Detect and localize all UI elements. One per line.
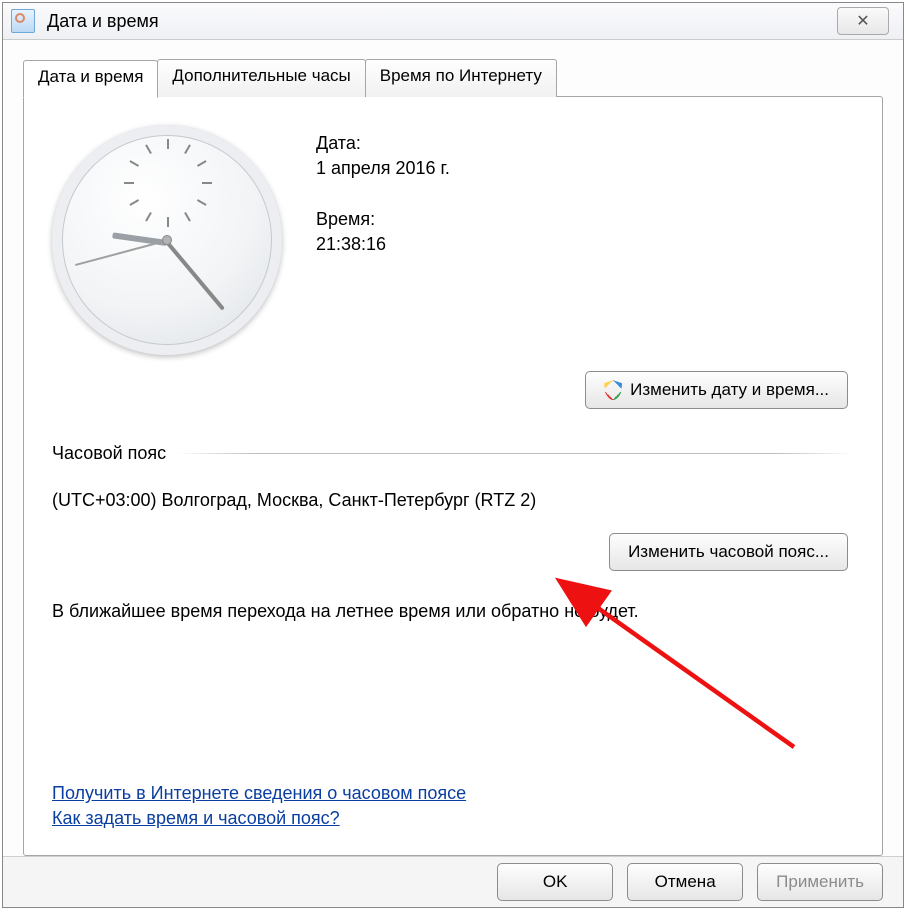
dialog-footer: OK Отмена Применить <box>3 856 903 907</box>
tab-label: Время по Интернету <box>380 66 542 85</box>
dst-note: В ближайшее время перехода на летнее вре… <box>52 601 854 622</box>
body: Дата и время Дополнительные часы Время п… <box>3 40 903 856</box>
change-timezone-row: Изменить часовой пояс... <box>52 533 848 571</box>
timezone-heading: Часовой пояс <box>52 443 166 464</box>
change-date-time-button[interactable]: Изменить дату и время... <box>585 371 848 409</box>
link-howto[interactable]: Как задать время и часовой пояс? <box>52 808 466 829</box>
timezone-heading-row: Часовой пояс <box>52 443 854 464</box>
date-time-text: Дата: 1 апреля 2016 г. Время: 21:38:16 <box>316 125 450 255</box>
link-timezone-info[interactable]: Получить в Интернете сведения о часовом … <box>52 783 466 804</box>
button-label: Отмена <box>655 872 716 892</box>
uac-shield-icon <box>604 380 622 400</box>
tab-internet-time[interactable]: Время по Интернету <box>365 59 557 97</box>
clock-hour-hand <box>112 233 167 247</box>
date-value: 1 апреля 2016 г. <box>316 158 450 179</box>
close-button[interactable]: ✕ <box>837 7 889 35</box>
window: Дата и время ✕ Дата и время Дополнительн… <box>2 2 904 908</box>
tab-panel: Дата: 1 апреля 2016 г. Время: 21:38:16 И… <box>23 96 883 856</box>
tab-label: Дата и время <box>38 67 143 86</box>
button-label: OK <box>543 872 568 892</box>
divider <box>176 453 854 454</box>
button-label: Изменить часовой пояс... <box>628 542 829 562</box>
close-icon: ✕ <box>856 11 869 31</box>
tab-date-time[interactable]: Дата и время <box>23 60 158 98</box>
timezone-value: (UTC+03:00) Волгоград, Москва, Санкт-Пет… <box>52 490 854 511</box>
window-title: Дата и время <box>47 11 159 32</box>
tabbar: Дата и время Дополнительные часы Время п… <box>23 58 883 96</box>
tab-additional-clocks[interactable]: Дополнительные часы <box>157 59 365 97</box>
change-date-time-row: Изменить дату и время... <box>52 371 848 409</box>
change-timezone-button[interactable]: Изменить часовой пояс... <box>609 533 848 571</box>
clock-minute-hand <box>166 241 225 311</box>
help-links: Получить в Интернете сведения о часовом … <box>52 779 466 829</box>
cancel-button[interactable]: Отмена <box>627 863 743 901</box>
button-label: Изменить дату и время... <box>630 380 829 400</box>
tab-label: Дополнительные часы <box>172 66 350 85</box>
time-label: Время: <box>316 209 450 230</box>
titlebar: Дата и время ✕ <box>3 3 903 40</box>
time-value: 21:38:16 <box>316 234 450 255</box>
datetime-icon <box>11 9 35 33</box>
clock-second-hand <box>75 240 167 266</box>
button-label: Применить <box>776 872 864 892</box>
date-time-row: Дата: 1 апреля 2016 г. Время: 21:38:16 <box>52 125 854 355</box>
ok-button[interactable]: OK <box>497 863 613 901</box>
analog-clock <box>52 125 282 355</box>
apply-button[interactable]: Применить <box>757 863 883 901</box>
date-label: Дата: <box>316 133 450 154</box>
